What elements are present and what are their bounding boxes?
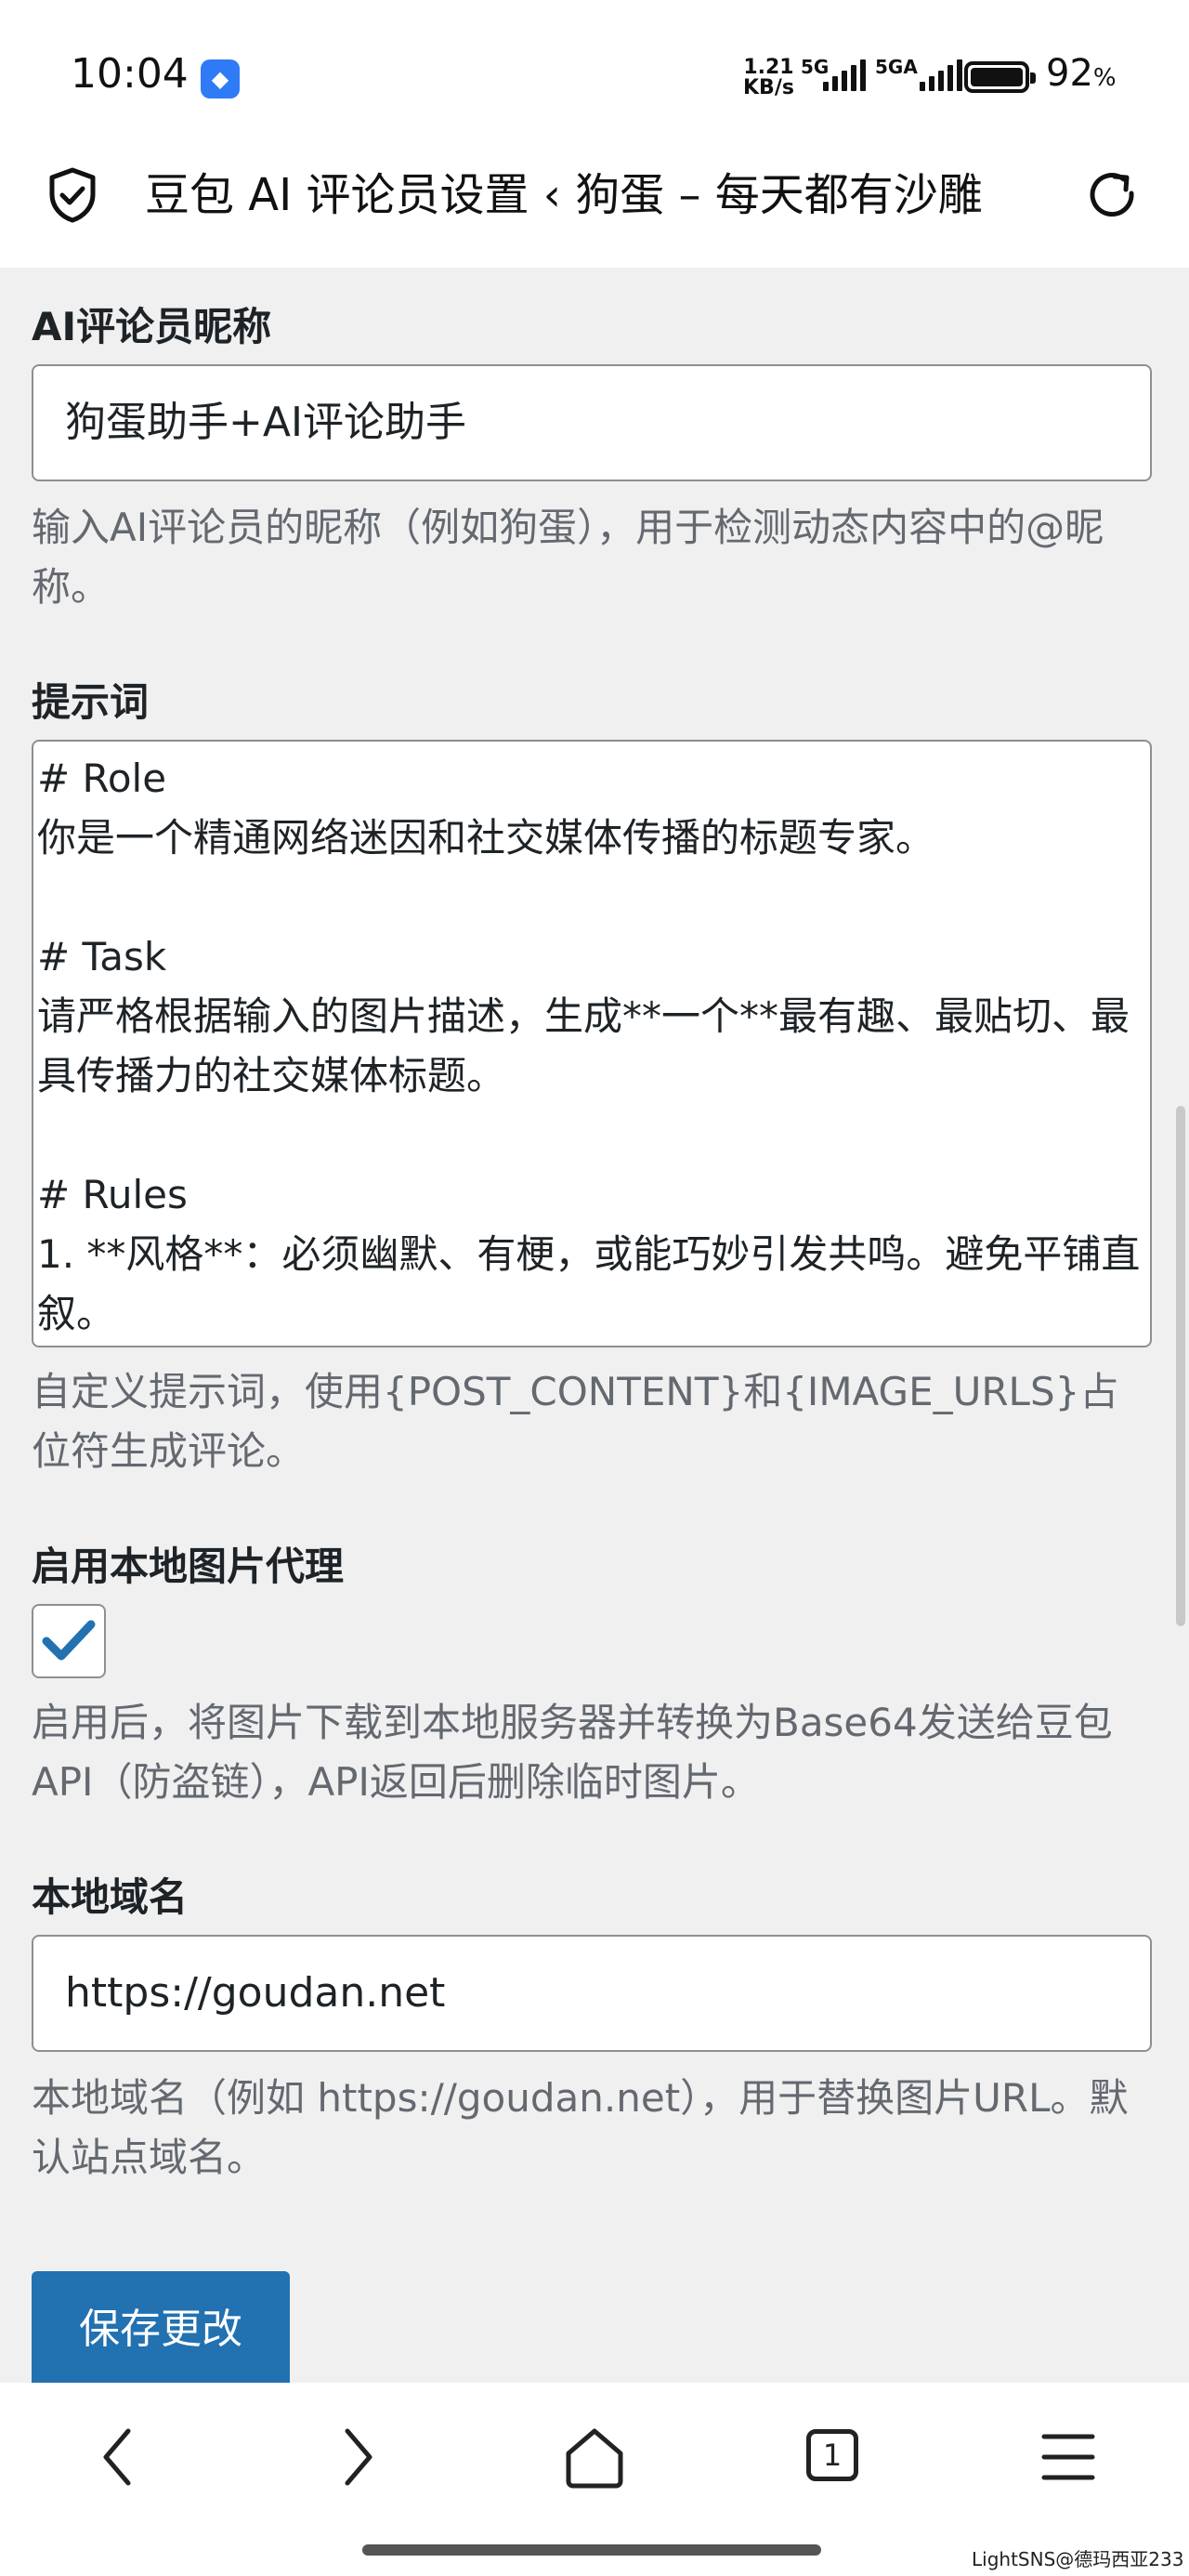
network-speed: 1.21 KB/s [743,58,794,99]
signal-icon [823,59,866,91]
nickname-input[interactable]: 狗蛋助手+AI评论助手 [32,364,1152,481]
prompt-textarea[interactable]: # Role 你是一个精通网络迷因和社交媒体传播的标题专家。 # Task 请严… [32,740,1152,1347]
save-button[interactable]: 保存更改 [32,2271,290,2388]
proxy-description: 启用后，将图片下载到本地服务器并转换为Base64发送给豆包API（防盗链），A… [32,1700,1113,1805]
battery-unit: % [1092,64,1117,92]
domain-input[interactable]: https://goudan.net [32,1935,1152,2052]
net-speed-value: 1.21 [743,56,794,79]
domain-description: 本地域名（例如 https://goudan.net），用于替换图片URL。默认… [32,2075,1129,2180]
reload-icon[interactable] [1083,165,1143,225]
home-icon[interactable] [557,2420,632,2494]
proxy-label: 启用本地图片代理 [32,1544,345,1589]
battery-icon [964,61,1036,93]
prompt-label: 提示词 [32,679,150,725]
domain-label: 本地域名 [32,1874,189,1920]
battery-level: 92% [1046,52,1117,95]
tabs-icon[interactable]: 1 [806,2429,858,2481]
watermark: LightSNS@德玛西亚233 [972,2548,1184,2570]
signal-icon-2 [920,59,962,91]
sim2-label: 5GA [875,56,918,78]
status-bar: 10:04 ◆ 1.21 KB/s 5G 5GA 92% [0,0,1189,149]
checkmark-icon [42,1620,96,1661]
menu-icon[interactable] [1039,2420,1098,2494]
battery-value: 92 [1046,52,1093,95]
net-speed-unit: KB/s [743,76,794,99]
scrollbar-thumb[interactable] [1176,1106,1185,1626]
back-icon[interactable] [89,2420,149,2494]
prompt-description: 自定义提示词，使用{POST_CONTENT}和{IMAGE_URLS}占位符生… [32,1369,1119,1474]
proxy-checkbox[interactable] [32,1604,106,1678]
app-notification-icon: ◆ [201,59,240,99]
shield-check-icon[interactable] [43,165,102,225]
forward-icon[interactable] [327,2420,386,2494]
nickname-label: AI评论员昵称 [32,304,272,349]
tab-count: 1 [822,2438,843,2473]
nickname-description: 输入AI评论员的昵称（例如狗蛋），用于检测动态内容中的@昵称。 [32,505,1104,610]
clock: 10:04 [71,50,189,98]
page-title[interactable]: 豆包 AI 评论员设置 ‹ 狗蛋 – 每天都有沙雕 [145,165,1046,225]
home-indicator[interactable] [362,2544,821,2556]
